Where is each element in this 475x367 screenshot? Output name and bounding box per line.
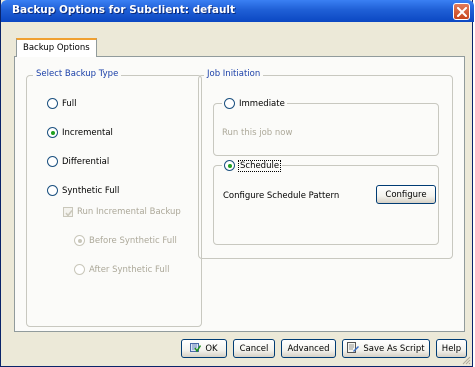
radio-synthetic-full-indicator[interactable] (47, 185, 58, 196)
radio-differential-label: Differential (62, 156, 110, 167)
radio-synthetic-full[interactable]: Synthetic Full (47, 185, 119, 196)
run-incremental-checkbox[interactable]: Run Incremental Backup (63, 207, 181, 217)
configure-button[interactable]: Configure (376, 185, 436, 204)
radio-differential[interactable]: Differential (47, 156, 109, 167)
radio-schedule-label: Schedule (237, 159, 282, 172)
radio-schedule-indicator[interactable] (224, 160, 235, 171)
radio-incremental[interactable]: Incremental (47, 127, 113, 138)
close-icon (457, 7, 467, 17)
tab-panel: Select Backup Type Full Incremental Diff… (14, 56, 465, 332)
radio-before-synthetic[interactable]: Before Synthetic Full (74, 235, 177, 246)
ok-button[interactable]: OK (181, 339, 227, 358)
radio-schedule[interactable]: Schedule (222, 159, 283, 172)
radio-differential-indicator[interactable] (47, 156, 58, 167)
save-as-script-button[interactable]: Save As Script (342, 339, 430, 358)
close-button[interactable] (453, 3, 470, 20)
script-icon (347, 341, 360, 356)
job-initiation-group: Job Initiation Immediate Run this job no… (198, 69, 453, 259)
run-incremental-check[interactable] (63, 207, 73, 217)
radio-incremental-label: Incremental (62, 127, 113, 138)
tab-label: Backup Options (23, 43, 90, 53)
backup-type-group: Select Backup Type Full Incremental Diff… (26, 69, 202, 327)
title-bar[interactable]: Backup Options for Subclient: default (1, 0, 474, 22)
save-as-script-button-label: Save As Script (363, 343, 425, 354)
run-incremental-label: Run Incremental Backup (77, 207, 181, 217)
immediate-description: Run this job now (222, 128, 293, 138)
cancel-button-label: Cancel (239, 343, 269, 354)
radio-after-synthetic-label: After Synthetic Full (89, 264, 170, 275)
radio-before-synthetic-label: Before Synthetic Full (89, 235, 177, 246)
tab-backup-options[interactable]: Backup Options (16, 38, 97, 57)
radio-after-synthetic[interactable]: After Synthetic Full (74, 264, 169, 275)
configure-button-label: Configure (385, 189, 427, 200)
resize-grip-icon[interactable] (461, 355, 471, 365)
immediate-group: Immediate Run this job now (213, 98, 439, 156)
backup-type-group-title: Select Backup Type (33, 69, 122, 79)
job-initiation-group-title: Job Initiation (204, 69, 264, 79)
radio-immediate-indicator[interactable] (224, 98, 235, 109)
radio-synthetic-full-label: Synthetic Full (62, 185, 120, 196)
radio-after-synthetic-indicator[interactable] (74, 264, 85, 275)
advanced-button[interactable]: Advanced (281, 339, 336, 358)
radio-full[interactable]: Full (47, 98, 77, 109)
help-button-label: Help (441, 343, 462, 354)
radio-before-synthetic-indicator[interactable] (74, 235, 85, 246)
ok-button-label: OK (205, 343, 218, 354)
advanced-button-label: Advanced (287, 343, 330, 354)
radio-full-indicator[interactable] (47, 98, 58, 109)
schedule-group: Schedule Configure Schedule Pattern Conf… (213, 159, 439, 245)
ok-icon (190, 342, 202, 356)
radio-immediate[interactable]: Immediate (222, 98, 287, 109)
cancel-button[interactable]: Cancel (233, 339, 275, 358)
checkmark-icon (65, 210, 73, 217)
radio-immediate-label: Immediate (239, 98, 285, 109)
schedule-description: Configure Schedule Pattern (223, 191, 340, 201)
radio-incremental-indicator[interactable] (47, 127, 58, 138)
window-title: Backup Options for Subclient: default (12, 4, 236, 16)
radio-full-label: Full (62, 98, 77, 109)
